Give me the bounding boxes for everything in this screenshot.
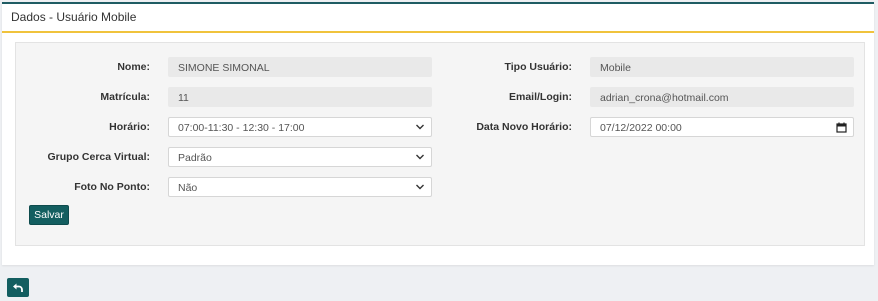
form-well: Nome: SIMONE SIMONAL Matrícula: 11 Horár… — [15, 42, 865, 246]
foto-no-ponto-select[interactable]: Não — [168, 177, 432, 197]
email-login-value: adrian_crona@hotmail.com — [600, 92, 729, 104]
chevron-down-icon — [416, 154, 424, 160]
back-button[interactable] — [7, 278, 29, 297]
matricula-label: Matrícula: — [100, 91, 150, 103]
calendar-icon[interactable] — [836, 122, 847, 133]
data-novo-horario-label: Data Novo Horário: — [476, 121, 572, 133]
user-data-panel: Dados - Usuário Mobile Nome: SIMONE SIMO… — [2, 2, 874, 265]
data-novo-horario-input[interactable]: 07/12/2022 00:00 — [590, 117, 854, 137]
grupo-cerca-label: Grupo Cerca Virtual: — [47, 151, 151, 163]
undo-arrow-icon — [13, 283, 23, 292]
tipo-usuario-value: Mobile — [600, 62, 631, 74]
email-login-label: Email/Login: — [509, 91, 572, 103]
horario-value: 07:00-11:30 - 12:30 - 17:00 — [178, 122, 305, 134]
data-novo-horario-value: 07/12/2022 00:00 — [600, 122, 682, 134]
nome-label: Nome: — [117, 61, 150, 73]
horario-select[interactable]: 07:00-11:30 - 12:30 - 17:00 — [168, 117, 432, 137]
grupo-cerca-select[interactable]: Padrão — [168, 147, 432, 167]
tipo-usuario-field: Mobile — [590, 57, 854, 77]
foto-no-ponto-label: Foto No Ponto: — [74, 181, 150, 193]
foto-no-ponto-value: Não — [178, 182, 198, 194]
save-button[interactable]: Salvar — [29, 205, 69, 225]
panel-title: Dados - Usuário Mobile — [2, 4, 874, 33]
chevron-down-icon — [416, 184, 424, 190]
tipo-usuario-label: Tipo Usuário: — [504, 61, 572, 73]
nome-field: SIMONE SIMONAL — [168, 57, 432, 77]
grupo-cerca-value: Padrão — [178, 152, 212, 164]
matricula-field: 11 — [168, 87, 432, 107]
email-login-field: adrian_crona@hotmail.com — [590, 87, 854, 107]
chevron-down-icon — [416, 124, 424, 130]
horario-label: Horário: — [109, 121, 150, 133]
matricula-value: 11 — [178, 92, 189, 104]
nome-value: SIMONE SIMONAL — [178, 62, 270, 74]
